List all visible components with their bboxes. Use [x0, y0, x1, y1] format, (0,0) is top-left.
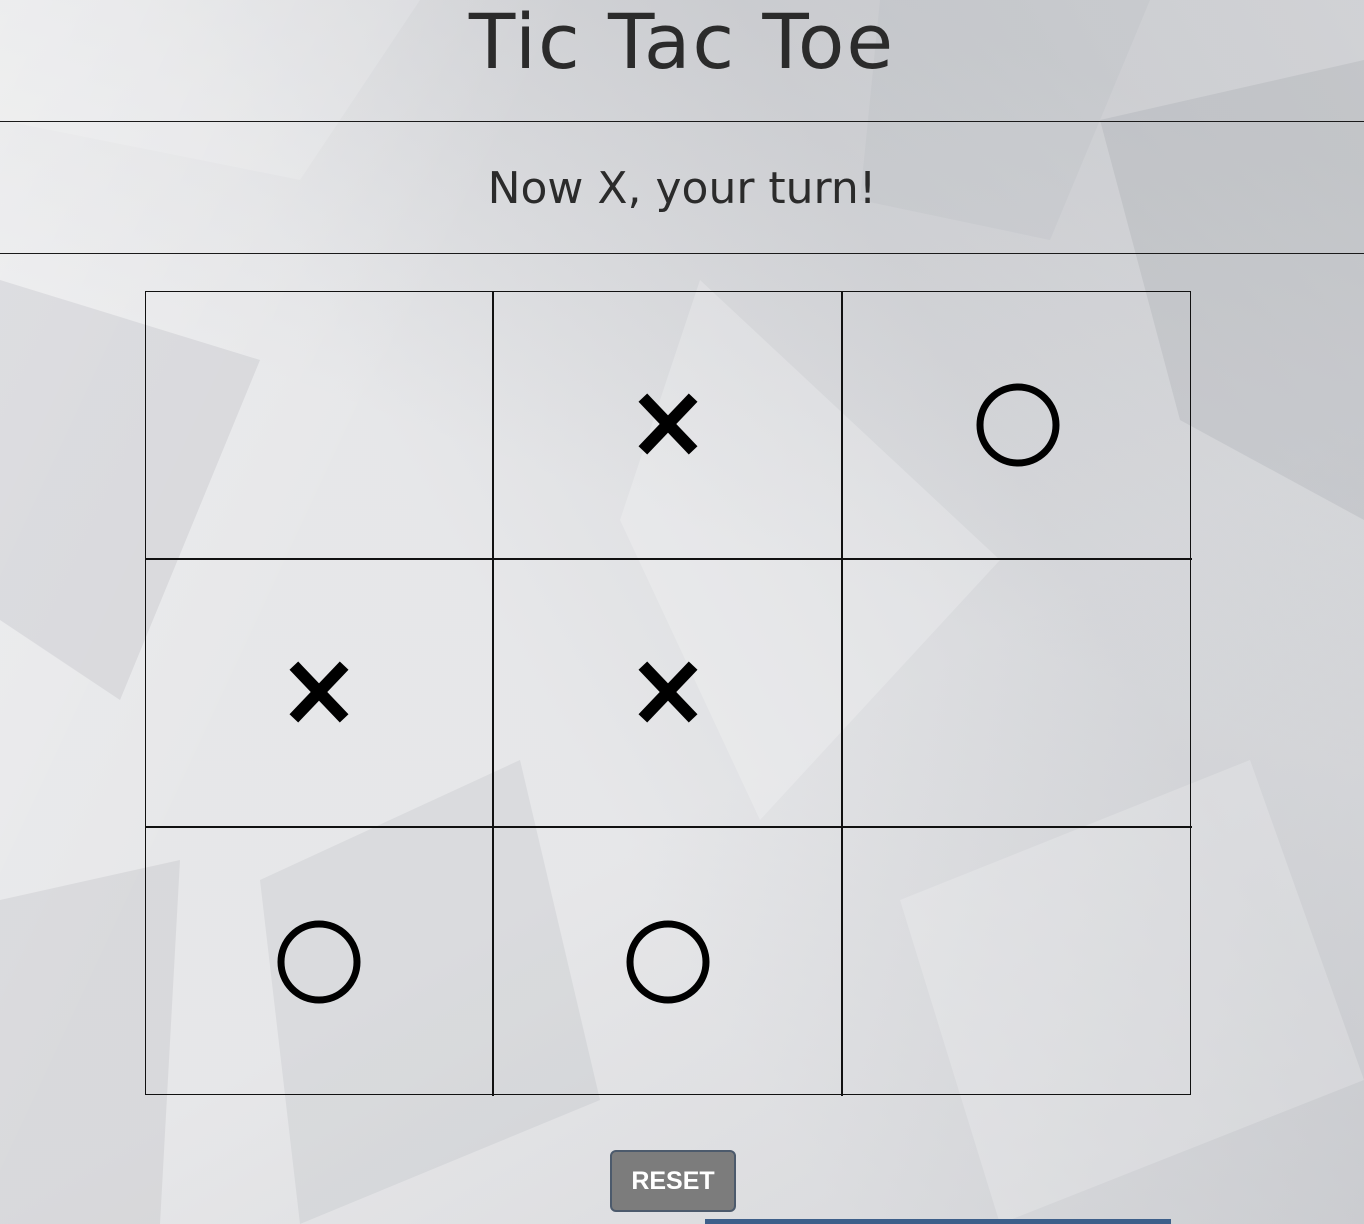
status-bar: Now X, your turn! [0, 122, 1364, 254]
x-mark-icon [623, 380, 713, 470]
turn-status: Now X, your turn! [487, 163, 877, 214]
o-mark-icon [623, 917, 713, 1007]
cell-2-1[interactable] [494, 828, 843, 1096]
cell-0-1[interactable] [494, 292, 843, 560]
game-board [145, 291, 1192, 1096]
x-mark-icon [274, 648, 364, 738]
reset-container: RESET [610, 1150, 736, 1212]
cell-2-0[interactable] [146, 828, 494, 1096]
cell-1-1[interactable] [494, 560, 843, 828]
o-mark-icon [274, 917, 364, 1007]
o-mark-icon [973, 380, 1063, 470]
cell-2-2[interactable] [843, 828, 1192, 1096]
bottom-accent-strip [705, 1219, 1171, 1224]
cell-1-2[interactable] [843, 560, 1192, 828]
page-header: Tic Tac Toe [0, 0, 1364, 122]
reset-button[interactable]: RESET [610, 1150, 736, 1212]
x-mark-icon [623, 648, 713, 738]
cell-0-2[interactable] [843, 292, 1192, 560]
cell-0-0[interactable] [146, 292, 494, 560]
cell-1-0[interactable] [146, 560, 494, 828]
page-title: Tic Tac Toe [468, 0, 896, 86]
